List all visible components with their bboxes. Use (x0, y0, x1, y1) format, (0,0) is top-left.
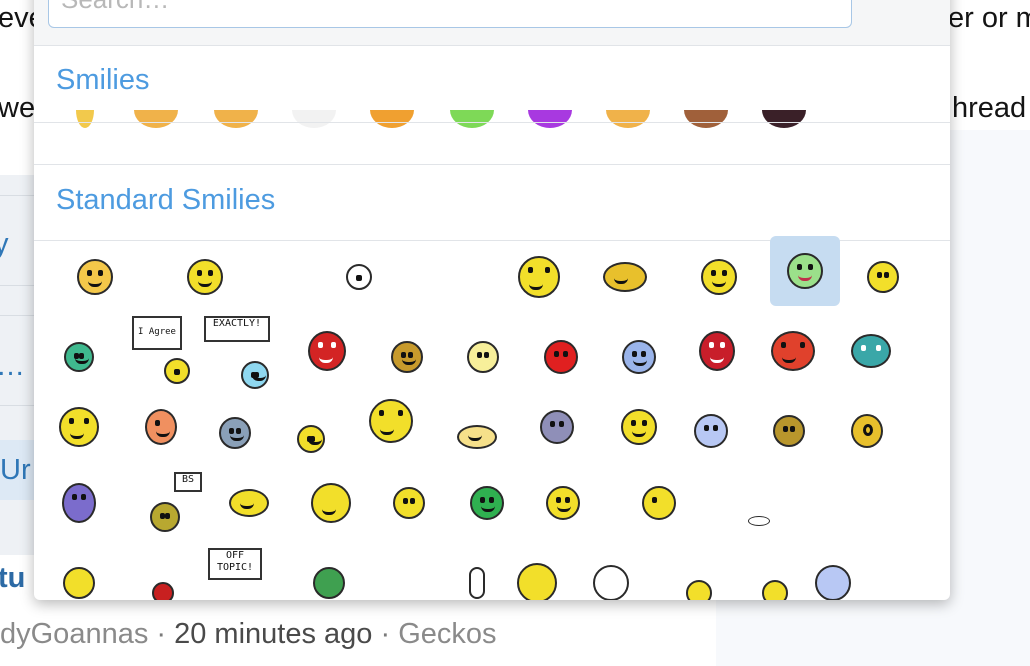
sidebar-item-fragment[interactable]: y (0, 228, 9, 261)
close-icon[interactable]: ✕ (884, 0, 913, 2)
smiley-icon[interactable] (770, 236, 840, 306)
smiley-icon[interactable] (624, 468, 694, 538)
meta-separator: · (148, 618, 175, 650)
smiley-icon[interactable] (664, 558, 734, 600)
smiley-icon[interactable] (292, 110, 336, 128)
smiley-icon[interactable] (128, 558, 198, 600)
devil-icon[interactable] (292, 316, 362, 386)
smiley-icon[interactable] (450, 110, 494, 128)
page-text-fragment: er or m (948, 2, 1030, 34)
smiley-icon[interactable] (528, 110, 572, 128)
smiley-icon[interactable] (76, 110, 94, 128)
smiley-icon[interactable] (276, 404, 346, 474)
party-hat-icon[interactable] (528, 468, 598, 538)
smiley-icon[interactable] (452, 468, 522, 538)
smiley-icon[interactable] (522, 392, 592, 462)
smiley-icon[interactable] (200, 398, 270, 468)
divider (34, 122, 950, 123)
smiley-icon[interactable] (762, 110, 806, 128)
smiley-icon[interactable] (214, 468, 284, 538)
smiley-icon[interactable] (448, 322, 518, 392)
smiley-icon[interactable] (684, 242, 754, 312)
smiley-icon[interactable] (294, 548, 364, 600)
ninja-icon[interactable] (836, 316, 906, 386)
smiley-icon[interactable] (126, 392, 196, 462)
smilie-picker-popup: Search… ✕ Smilies Standard Smilies I Agr… (34, 0, 950, 600)
thread-meta: dyGoannas · 20 minutes ago · Geckos (0, 618, 497, 651)
smiley-icon[interactable] (370, 110, 414, 128)
smiley-icon[interactable]: BS (130, 468, 202, 538)
smiley-icon[interactable] (170, 242, 240, 312)
smiley-icon[interactable] (606, 110, 650, 128)
search-row: Search… ✕ (34, 0, 950, 46)
sign-text: I Agree (132, 316, 182, 350)
standard-smilies-grid: I Agree EXACTLY! BS OFF TOPIC! (34, 236, 950, 600)
smiley-icon[interactable]: I Agree (126, 316, 196, 386)
thumbs-up-icon[interactable] (604, 322, 674, 392)
smiley-icon[interactable] (44, 548, 114, 600)
smiley-icon[interactable] (848, 242, 918, 312)
smiley-icon[interactable] (134, 110, 178, 128)
smiley-icon[interactable] (214, 110, 258, 128)
thread-author-link[interactable]: dyGoannas (0, 618, 148, 650)
smiley-icon[interactable] (754, 396, 824, 466)
smiley-icon[interactable] (504, 242, 574, 312)
smiley-icon[interactable]: EXACTLY! (202, 316, 272, 389)
ninja-icon[interactable] (44, 468, 114, 538)
smiley-icon[interactable] (590, 242, 660, 312)
thread-time: 20 minutes ago (174, 618, 373, 650)
smiley-icon[interactable] (60, 242, 130, 312)
page-text-fragment: we (0, 92, 36, 124)
eyes-icon[interactable] (724, 486, 794, 556)
devil-icon[interactable] (682, 316, 752, 386)
section-title-standard-smilies: Standard Smilies (56, 184, 276, 216)
page-text-fragment: hread (952, 92, 1027, 124)
sign-text: EXACTLY! (204, 316, 270, 342)
search-input[interactable]: Search… (48, 0, 852, 28)
thread-title-fragment[interactable]: tu (0, 562, 25, 595)
smiley-icon[interactable]: OFF TOPIC! (200, 538, 270, 600)
smiley-icon[interactable] (684, 110, 728, 128)
divider (34, 164, 950, 165)
smiley-icon[interactable] (44, 392, 114, 462)
smiley-icon[interactable] (324, 242, 394, 312)
sidebar-item-fragment[interactable]: Ur (0, 454, 31, 487)
smiley-icon[interactable] (296, 468, 366, 538)
sign-text: BS (174, 472, 202, 492)
smiley-icon[interactable] (526, 322, 596, 392)
smiley-icon[interactable] (502, 548, 572, 600)
sidebar-item-fragment[interactable]: … (0, 350, 25, 383)
meta-separator: · (372, 618, 399, 650)
angry-icon[interactable] (758, 316, 828, 386)
smiley-icon[interactable] (44, 322, 114, 392)
smiley-icon[interactable] (676, 396, 746, 466)
recent-smilies-strip (34, 110, 950, 140)
thread-forum-link[interactable]: Geckos (398, 618, 496, 650)
smiley-icon[interactable] (576, 548, 646, 600)
smiley-icon[interactable] (374, 468, 444, 538)
sign-text: OFF TOPIC! (208, 548, 262, 580)
section-title-smilies: Smilies (56, 64, 150, 96)
smiley-icon[interactable] (798, 548, 868, 600)
smiley-icon[interactable] (372, 322, 442, 392)
smiley-icon[interactable] (832, 396, 902, 466)
smiley-icon[interactable] (442, 402, 512, 472)
smiley-icon[interactable] (604, 392, 674, 462)
cool-icon[interactable] (356, 386, 426, 456)
